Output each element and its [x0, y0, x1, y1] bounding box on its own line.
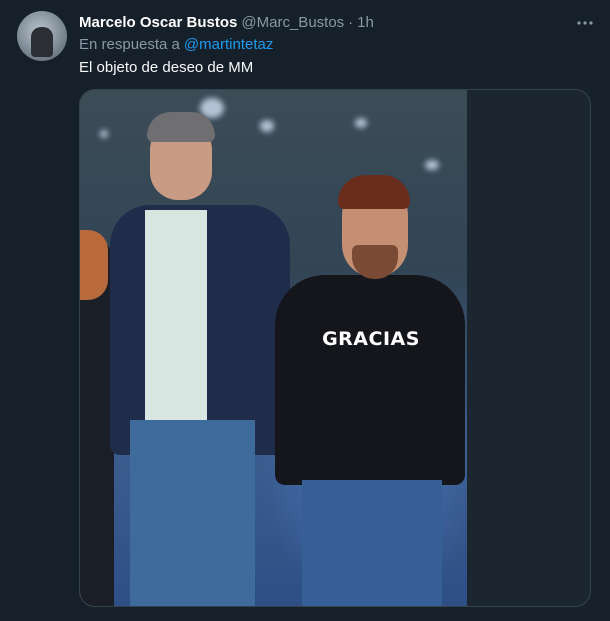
person-left-edge-hair: [80, 230, 108, 300]
tweet-text: El objeto de deseo de MM: [79, 59, 254, 76]
reply-mention-link[interactable]: @martintetaz: [184, 36, 273, 53]
person-1-hair: [147, 112, 215, 142]
avatar-figure: [31, 27, 53, 57]
header-separator: ·: [348, 14, 354, 31]
person-1-shirt: [145, 210, 207, 420]
reply-context: En respuesta a @martintetaz: [79, 35, 273, 55]
person-2-beard: [352, 245, 398, 279]
tweet[interactable]: Marcelo Oscar Bustos @Marc_Bustos · 1h E…: [0, 0, 610, 621]
tweet-header: Marcelo Oscar Bustos @Marc_Bustos · 1h: [79, 13, 374, 33]
reply-prefix: En respuesta a: [79, 36, 180, 53]
author-handle[interactable]: @Marc_Bustos: [241, 13, 344, 33]
person-2-shirt: [275, 275, 465, 485]
avatar[interactable]: [17, 11, 67, 61]
shirt-text: GRACIAS: [322, 328, 420, 350]
more-options-icon[interactable]: [574, 12, 596, 34]
media-photo[interactable]: GRACIAS: [80, 90, 467, 606]
author-name[interactable]: Marcelo Oscar Bustos: [79, 13, 237, 33]
tweet-time[interactable]: 1h: [357, 13, 374, 33]
person-1-jeans: [130, 420, 255, 606]
media-letterbox: [467, 90, 590, 606]
tweet-media[interactable]: GRACIAS: [79, 89, 591, 607]
person-2-hair: [338, 175, 410, 209]
person-2-jeans: [302, 480, 442, 606]
